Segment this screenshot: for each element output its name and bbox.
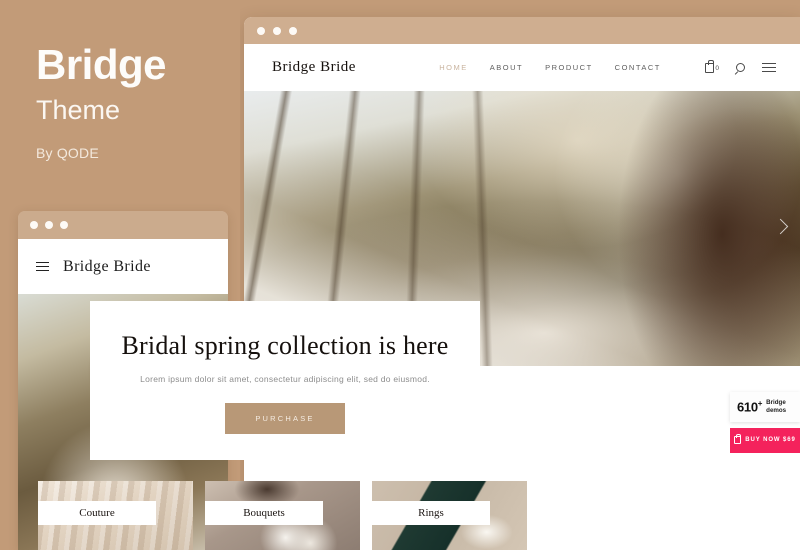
window-dot-maximize[interactable]	[60, 221, 68, 229]
demos-count: 610+	[737, 399, 763, 415]
hero-title: Bridal spring collection is here	[121, 331, 449, 360]
browser-titlebar	[244, 17, 800, 44]
hamburger-icon[interactable]	[36, 261, 49, 272]
buy-now-label: BUY NOW $69	[745, 437, 796, 443]
category-label: Bouquets	[205, 501, 323, 525]
cart-bag-icon	[704, 60, 714, 73]
demos-count-value: 610	[737, 399, 758, 415]
site-logo[interactable]: Bridge Bride	[272, 59, 356, 76]
mobile-site-logo[interactable]: Bridge Bride	[63, 258, 151, 276]
window-dot-close[interactable]	[257, 26, 265, 35]
hero-subtitle: Lorem ipsum dolor sit amet, consectetur …	[140, 373, 430, 384]
window-dot-minimize[interactable]	[273, 26, 281, 35]
mobile-window-titlebar	[18, 211, 228, 239]
window-dot-maximize[interactable]	[289, 26, 297, 35]
demos-label-line1: Bridge	[766, 399, 786, 406]
demos-label: Bridge demos	[766, 399, 786, 415]
category-card-list: Couture Bouquets Rings	[38, 481, 528, 550]
category-card-rings[interactable]: Rings	[372, 481, 527, 550]
main-navigation: HOME ABOUT PRODUCT CONTACT 0	[439, 60, 776, 73]
cart-count: 0	[715, 65, 719, 72]
left-promo-panel: Bridge Theme By QODE Bridge Bride	[0, 0, 240, 550]
promo-stack: 610+ Bridge demos BUY NOW $69	[730, 392, 800, 453]
demos-count-badge: 610+ Bridge demos	[730, 392, 800, 422]
hamburger-icon[interactable]	[762, 63, 776, 72]
mobile-site-header: Bridge Bride	[18, 239, 228, 294]
cart-bag-icon	[734, 434, 742, 444]
window-dot-minimize[interactable]	[45, 221, 53, 229]
demos-count-suffix: +	[757, 399, 763, 409]
header-icon-group: 0	[704, 60, 776, 73]
desktop-preview-browser: Bridge Bride HOME ABOUT PRODUCT CONTACT …	[244, 17, 800, 550]
buy-now-button[interactable]: BUY NOW $69	[730, 427, 800, 453]
nav-item-contact[interactable]: CONTACT	[615, 63, 661, 72]
window-dot-close[interactable]	[30, 221, 38, 229]
purchase-button[interactable]: PURCHASE	[225, 402, 345, 434]
hero-caption-card: Bridal spring collection is here Lorem i…	[90, 301, 480, 460]
brand-subtitle: Theme	[36, 95, 121, 125]
category-card-couture[interactable]: Couture	[38, 481, 193, 550]
brand-author: By QODE	[36, 144, 99, 161]
demos-label-line2: demos	[766, 406, 787, 414]
search-icon[interactable]	[736, 63, 745, 72]
cart-icon[interactable]: 0	[704, 60, 719, 73]
nav-item-product[interactable]: PRODUCT	[545, 63, 593, 72]
site-header: Bridge Bride HOME ABOUT PRODUCT CONTACT …	[244, 44, 800, 91]
category-label: Couture	[38, 501, 156, 525]
category-label: Rings	[372, 501, 490, 525]
category-card-bouquets[interactable]: Bouquets	[205, 481, 360, 550]
nav-item-about[interactable]: ABOUT	[490, 63, 523, 72]
page-title: Bridge	[36, 41, 167, 88]
brand-block: Bridge Theme By QODE	[36, 44, 236, 161]
nav-item-home[interactable]: HOME	[439, 63, 468, 72]
